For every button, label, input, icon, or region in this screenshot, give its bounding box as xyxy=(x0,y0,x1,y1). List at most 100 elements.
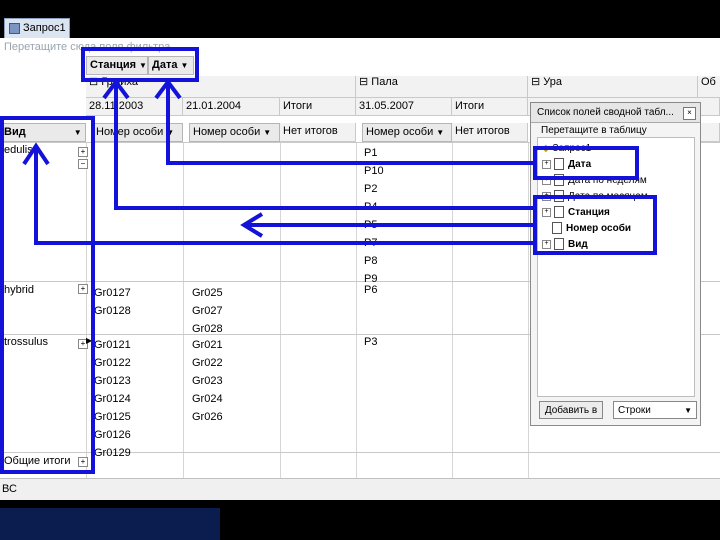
cell-value: P2 xyxy=(364,183,378,195)
station-name: Пала xyxy=(371,76,398,88)
station-name: Об xyxy=(701,76,716,88)
date-label: 21.01.2004 xyxy=(186,100,242,112)
collapse-icon[interactable]: − xyxy=(78,159,88,169)
tree-root[interactable]: ◆ Запрос1 xyxy=(542,142,591,156)
cell-value: Gr024 xyxy=(192,393,223,405)
field-item-date[interactable]: + Дата xyxy=(542,158,591,172)
selected-row-icon: ▶ xyxy=(86,336,93,345)
area-select-value: Строки xyxy=(618,405,651,416)
expand-icon[interactable]: + xyxy=(78,147,88,157)
no-total-header: Нет итогов xyxy=(280,123,356,142)
field-button-station[interactable]: Станция ▼ xyxy=(86,56,148,75)
grid-line xyxy=(280,142,281,478)
expand-icon: + xyxy=(542,207,551,217)
total-label: Итоги xyxy=(455,100,485,112)
field-icon xyxy=(554,174,564,187)
station-name: Ура xyxy=(543,76,563,88)
status-bar: ВС xyxy=(0,478,720,500)
dropdown-arrow-icon: ▼ xyxy=(263,128,272,137)
total-header[interactable]: Итоги xyxy=(280,98,356,116)
cell-value: Gr0121 xyxy=(94,339,131,351)
field-icon xyxy=(554,190,564,203)
grand-total-label[interactable]: Общие итоги xyxy=(4,455,71,467)
cell-value: Gr027 xyxy=(192,305,223,317)
cell-value: P7 xyxy=(364,237,378,249)
date-header[interactable]: 31.05.2007 xyxy=(356,98,452,116)
row-label-hybrid[interactable]: hybrid xyxy=(4,284,34,296)
data-field-button[interactable]: Номер особи ▼ xyxy=(189,123,280,142)
chevron-down-icon: ▼ xyxy=(684,406,692,415)
tree-label: Дата по неделям xyxy=(568,175,647,186)
tree-label: Вид xyxy=(568,239,588,250)
field-list-title[interactable]: Список полей сводной табл... xyxy=(531,103,700,123)
grid-line xyxy=(528,142,529,478)
filter-drop-zone[interactable]: Перетащите сюда поля фильтра xyxy=(4,41,170,53)
collapse-icon: ⊟ xyxy=(89,76,102,88)
data-field-button[interactable]: Номер особи ▼ xyxy=(92,123,183,142)
tree-label: Запрос1 xyxy=(552,143,592,154)
cell-value: Gr0122 xyxy=(94,357,131,369)
area-select[interactable]: Строки ▼ xyxy=(613,401,697,419)
cell-list: P1 P10 P2 P4 P5 P7 P8 P9 xyxy=(364,144,384,288)
field-item-date-months[interactable]: + Дата по месяцам xyxy=(542,190,648,204)
field-list-hint: Перетащите в таблицу xyxy=(541,125,647,136)
expand-icon[interactable]: + xyxy=(78,284,88,294)
field-item-species[interactable]: + Вид xyxy=(542,238,588,252)
column-area-spacer xyxy=(0,58,84,76)
field-label: Станция xyxy=(90,59,137,71)
station-header-4[interactable]: Об xyxy=(698,76,720,98)
no-total-label: Нет итогов xyxy=(283,125,338,137)
dropdown-arrow-icon: ▼ xyxy=(436,128,445,137)
total-header[interactable]: Итоги xyxy=(452,98,528,116)
row-label-edulis[interactable]: edulis xyxy=(4,144,33,156)
expand-icon: + xyxy=(542,159,551,169)
field-item-station[interactable]: + Станция xyxy=(542,206,610,220)
data-field-button[interactable]: Номер особи ▼ xyxy=(362,123,452,142)
field-label: Дата xyxy=(152,59,178,71)
taskbar xyxy=(0,500,720,540)
cell-value: P5 xyxy=(364,219,378,231)
row-field-button-species[interactable]: Вид ▼ xyxy=(0,123,86,142)
tab-query[interactable]: Запрос1 xyxy=(4,18,70,38)
add-to-button[interactable]: Добавить в xyxy=(539,401,603,419)
cell-value: Gr0127 xyxy=(94,287,131,299)
cell-value: Gr0123 xyxy=(94,375,131,387)
cell-value: P10 xyxy=(364,165,384,177)
status-text: ВС xyxy=(2,483,17,495)
expand-icon[interactable]: + xyxy=(78,457,88,467)
collapse-icon: ⊟ xyxy=(531,76,544,88)
dropdown-arrow-icon: ▼ xyxy=(139,61,147,70)
no-total-label: Нет итогов xyxy=(455,125,510,137)
station-header-2[interactable]: ⊟ Пала xyxy=(356,76,528,98)
field-label: Номер особи xyxy=(96,126,164,138)
cell-list: Gr025 Gr027 Gr028 xyxy=(192,284,223,338)
date-header[interactable]: 28.11.2003 xyxy=(86,98,183,116)
cell-list: Gr021 Gr022 Gr023 Gr024 Gr026 xyxy=(192,336,223,426)
station-header-3[interactable]: ⊟ Ура xyxy=(528,76,698,98)
cell-value: Gr021 xyxy=(192,339,223,351)
expand-icon: + xyxy=(542,175,551,185)
expand-icon: + xyxy=(542,239,551,249)
field-item-date-weeks[interactable]: + Дата по неделям xyxy=(542,174,647,188)
field-item-specimen-number[interactable]: Номер особи xyxy=(542,222,631,236)
cell-list: Gr0127 Gr0128 xyxy=(94,284,131,320)
field-icon xyxy=(554,238,564,251)
station-header-1[interactable]: ⊟ Грмиха xyxy=(86,76,356,98)
date-header[interactable]: 21.01.2004 xyxy=(183,98,280,116)
total-label: Итоги xyxy=(283,100,313,112)
field-icon xyxy=(552,222,562,235)
field-label: Вид xyxy=(4,126,26,138)
close-icon[interactable]: × xyxy=(683,107,696,120)
tree-label: Номер особи xyxy=(566,223,632,234)
cell-value: P3 xyxy=(364,336,378,348)
title-bar: Запрос1 xyxy=(0,0,720,38)
dropdown-arrow-icon: ▼ xyxy=(180,61,189,70)
grid-line xyxy=(86,142,87,478)
date-label: 31.05.2007 xyxy=(359,100,415,112)
field-label: Номер особи xyxy=(366,126,434,138)
field-label: Номер особи xyxy=(193,126,261,138)
field-icon xyxy=(554,158,564,171)
row-label-trossulus[interactable]: trossulus xyxy=(4,336,48,348)
cell-list: Gr0121 Gr0122 Gr0123 Gr0124 Gr0125 Gr012… xyxy=(94,336,131,462)
field-button-date[interactable]: Дата ▼ xyxy=(148,56,194,75)
